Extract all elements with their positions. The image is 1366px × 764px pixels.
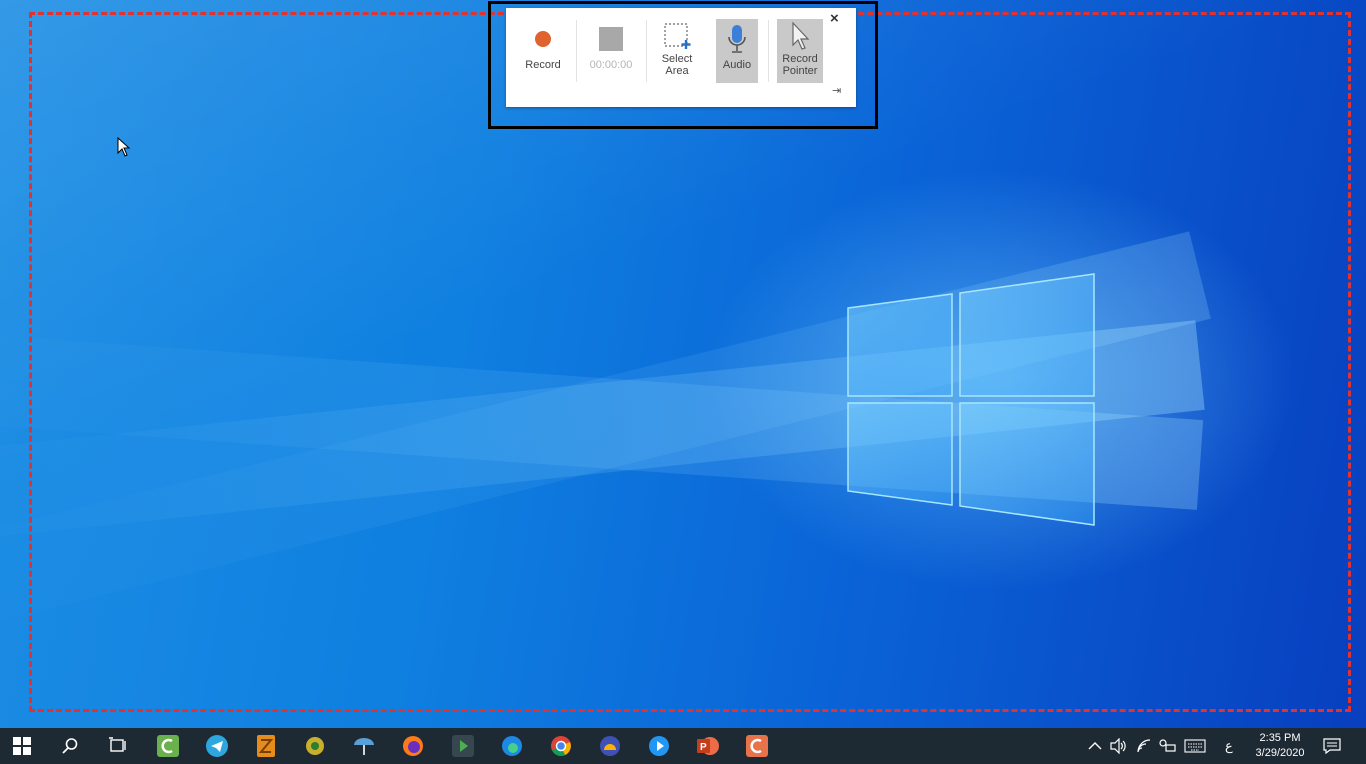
stop-icon (584, 19, 638, 59)
network-icon[interactable] (1136, 728, 1154, 764)
record-label: Record (525, 59, 561, 71)
app-icon[interactable] (254, 734, 278, 758)
app-icon[interactable] (352, 734, 376, 758)
select-area-button[interactable]: Select Area (654, 19, 700, 83)
record-button[interactable]: Record (518, 19, 568, 83)
clock-date: 3/29/2020 (1255, 747, 1305, 759)
volume-icon[interactable] (1110, 728, 1128, 764)
clock[interactable]: 2:35 PM 3/29/2020 (1250, 731, 1310, 761)
app-icon[interactable] (303, 734, 327, 758)
screen-recording-dock: Record 00:00:00 Select Area Audio Record… (506, 8, 856, 107)
audio-toggle[interactable]: Audio (716, 19, 758, 83)
stop-button: 00:00:00 (584, 19, 638, 83)
svg-text:P: P (700, 742, 707, 753)
pointer-icon (777, 19, 823, 53)
microphone-icon (716, 19, 758, 59)
app-icon[interactable] (598, 734, 622, 758)
search-icon[interactable] (58, 734, 82, 758)
app-icon[interactable] (451, 734, 475, 758)
timer-readout: 00:00:00 (589, 59, 633, 71)
record-pointer-toggle[interactable]: Record Pointer (777, 19, 823, 83)
show-hidden-icons-icon[interactable] (1088, 728, 1102, 764)
audio-label: Audio (722, 59, 752, 71)
divider (576, 20, 577, 82)
app-icon[interactable] (745, 734, 769, 758)
start-icon[interactable] (10, 734, 34, 758)
pin-dock-icon[interactable]: ⇥ (832, 84, 841, 97)
select-area-icon (654, 19, 700, 53)
powerpoint-icon[interactable]: P (696, 734, 720, 758)
record-icon (518, 19, 568, 59)
chrome-icon[interactable] (549, 734, 573, 758)
app-icon[interactable] (647, 734, 671, 758)
select-area-label: Select Area (661, 53, 693, 77)
clock-time: 2:35 PM (1259, 732, 1301, 744)
action-center-icon[interactable] (1323, 728, 1341, 764)
taskbar: P ع 2:35 PM 3/29/2020 (0, 728, 1366, 764)
firefox-icon[interactable] (401, 734, 425, 758)
close-icon[interactable]: × (830, 10, 839, 27)
divider (646, 20, 647, 82)
record-pointer-label: Record Pointer (782, 53, 818, 77)
battery-icon[interactable] (1158, 728, 1176, 764)
language-indicator[interactable]: ع (1225, 728, 1233, 764)
telegram-icon[interactable] (205, 734, 229, 758)
keyboard-icon[interactable] (1184, 728, 1206, 764)
task-view-icon[interactable] (106, 734, 130, 758)
camtasia-icon[interactable] (156, 734, 180, 758)
divider (768, 20, 769, 82)
edge-icon[interactable] (500, 734, 524, 758)
